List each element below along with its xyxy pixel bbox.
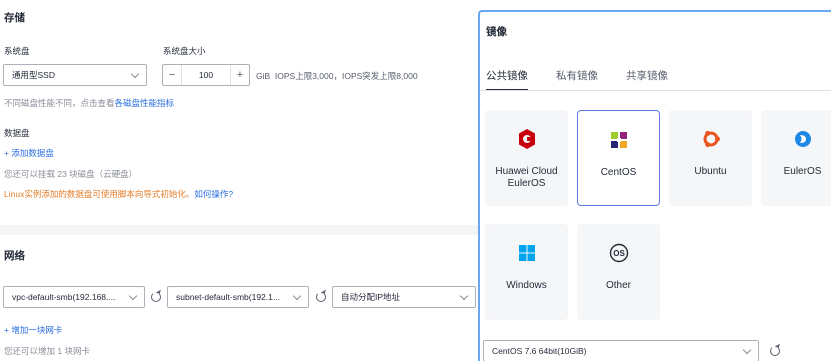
windows-icon [518,242,536,264]
tab-shared-images[interactable]: 共享镜像 [626,68,668,91]
system-disk-size-label: 系统盘大小 [163,46,206,56]
card-name: Other [605,280,631,291]
nic-remaining: 您还可以增加 1 块网卡 [4,346,90,356]
network-title: 网络 [4,250,25,262]
system-disk-label: 系统盘 [4,46,30,56]
ip-assign-value: 自动分配IP地址 [341,292,401,302]
image-version-value: CentOS 7.6 64bit(10GiB) [492,346,587,356]
other-os-icon: OS [609,242,629,264]
card-name: EulerOS [783,166,822,177]
chevron-down-icon [292,291,302,300]
vpc-select[interactable]: vpc-default-smb(192.168.... [3,286,145,308]
card-name: CentOS [600,167,637,178]
tab-private-images[interactable]: 私有镜像 [556,68,598,91]
perf-hint-link[interactable]: 各磁盘性能指标 [115,98,175,108]
ubuntu-icon [701,128,721,150]
image-version-select[interactable]: CentOS 7.6 64bit(10GiB) [483,340,759,361]
refresh-image-icon[interactable] [770,346,780,356]
tab-underline [480,90,831,91]
image-card-other[interactable]: OS Other [577,224,660,320]
disk-size-info: GiB IOPS上限3,000，IOPS突发上限8,000 [256,71,418,81]
image-card-euleros[interactable]: EulerOS [761,110,831,206]
refresh-subnet-icon[interactable] [316,292,326,302]
disk-size-input[interactable]: 100 [181,65,231,85]
add-data-disk-link[interactable]: + 添加数据盘 [4,147,54,159]
huawei-cloud-euleros-icon [517,128,537,150]
left-config-area: 存储 系统盘 系统盘大小 通用型SSD − 100 + GiB IOPS上限3,… [0,0,478,361]
vpc-value: vpc-default-smb(192.168.... [12,292,116,302]
subnet-select[interactable]: subnet-default-smb(192.1... [167,286,309,308]
euleros-icon [793,128,813,150]
refresh-vpc-icon[interactable] [151,292,161,302]
disk-type-select[interactable]: 通用型SSD [3,64,147,86]
chevron-down-icon [130,69,140,78]
subnet-value: subnet-default-smb(192.1... [176,292,280,302]
ip-assign-select[interactable]: 自动分配IP地址 [332,286,476,308]
disk-size-stepper[interactable]: − 100 + [162,64,250,86]
chevron-down-icon [459,291,469,300]
image-card-huawei-cloud-euleros[interactable]: Huawei Cloud EulerOS [485,110,568,206]
storage-title: 存储 [4,12,25,24]
increase-button[interactable]: + [231,65,249,85]
perf-hint: 不同磁盘性能不同，点击查看各磁盘性能指标 [4,97,174,109]
image-panel-title: 镜像 [486,26,507,38]
decrease-button[interactable]: − [163,65,181,85]
add-nic-link[interactable]: + 增加一块网卡 [4,324,62,336]
image-panel: 镜像 公共镜像 私有镜像 共享镜像 Huawei Cloud EulerOS C… [478,10,831,361]
card-name: Huawei Cloud EulerOS [495,166,558,189]
image-tabs: 公共镜像 私有镜像 共享镜像 [486,68,696,91]
card-name: Windows [506,280,547,291]
card-name: Ubuntu [694,166,727,177]
tab-public-images[interactable]: 公共镜像 [486,68,528,91]
chevron-down-icon [128,291,138,300]
data-disk-remaining: 您还可以挂载 23 块磁盘（云硬盘） [4,169,138,179]
linux-warning-text: Linux实例添加的数据盘可使用脚本向导式初始化。 [4,189,195,199]
image-card-centos[interactable]: CentOS [577,110,660,206]
linux-warning-link[interactable]: 如何操作? [194,189,233,199]
data-disk-label: 数据盘 [4,128,30,138]
linux-warning: Linux实例添加的数据盘可使用脚本向导式初始化。如何操作? [4,188,233,200]
section-divider [0,225,478,235]
perf-hint-text: 不同磁盘性能不同，点击查看 [4,98,115,108]
chevron-down-icon [742,345,752,354]
svg-text:OS: OS [613,249,625,258]
centos-icon [609,129,629,151]
disk-type-value: 通用型SSD [12,70,55,80]
image-card-windows[interactable]: Windows [485,224,568,320]
image-card-ubuntu[interactable]: Ubuntu [669,110,752,206]
